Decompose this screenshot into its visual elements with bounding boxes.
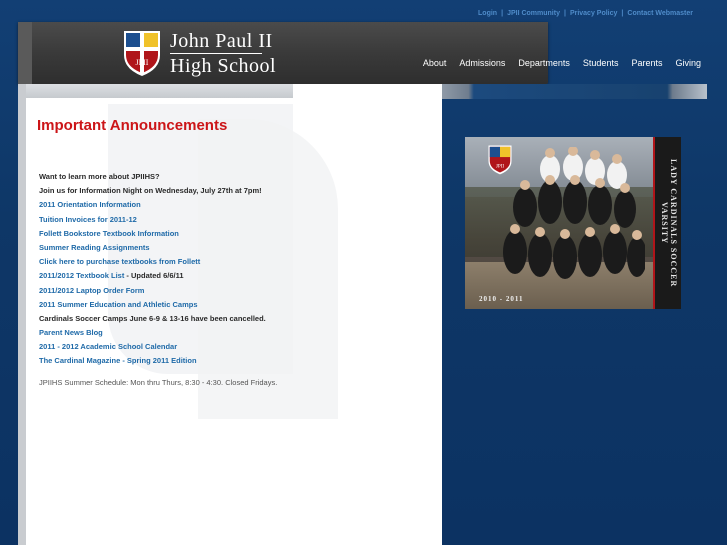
school-logo[interactable]: John Paul II High School (170, 31, 276, 76)
photo-crest-icon: JPII (488, 145, 512, 175)
announcement-text: Want to learn more about JPIIHS? (39, 170, 339, 184)
separator: | (563, 10, 566, 17)
photo-side-text: LADY CARDINALS SOCCER VARSITY (660, 158, 678, 288)
nav-admissions[interactable]: Admissions (459, 58, 505, 68)
logo-rule (170, 53, 262, 54)
team-photo[interactable]: JPII 2010 - 2011 LADY CARDINALS SOCCER V… (465, 137, 681, 309)
school-crest-icon[interactable]: JPII (122, 27, 162, 77)
summer-schedule: JPIIHS Summer Schedule: Mon thru Thurs, … (39, 378, 278, 387)
contact-webmaster-link[interactable]: Contact Webmaster (627, 10, 693, 17)
announcement-link[interactable]: 2011 - 2012 Academic School Calendar (39, 340, 339, 354)
announcement-link[interactable]: Click here to purchase textbooks from Fo… (39, 255, 339, 269)
announcement-label[interactable]: Tuition Invoices for 2011-12 (39, 215, 137, 224)
nav-parents[interactable]: Parents (631, 58, 662, 68)
announcement-label: Join us for Information Night on Wednesd… (39, 186, 262, 196)
nav-about[interactable]: About (423, 58, 447, 68)
photo-crest-label: JPII (496, 163, 505, 169)
login-link[interactable]: Login (478, 10, 497, 17)
announcement-link[interactable]: The Cardinal Magazine - Spring 2011 Edit… (39, 354, 339, 368)
crest-label: JPII (136, 58, 149, 67)
announcement-label[interactable]: 2011 Summer Education and Athletic Camps (39, 300, 198, 309)
separator: | (501, 10, 504, 17)
announcement-link[interactable]: 2011/2012 Laptop Order Form (39, 284, 339, 298)
announcement-label[interactable]: Follett Bookstore Textbook Information (39, 229, 179, 238)
nav-departments[interactable]: Departments (518, 58, 570, 68)
right-header-strip (442, 84, 707, 99)
privacy-policy-link[interactable]: Privacy Policy (570, 10, 617, 17)
header-edge (18, 22, 32, 84)
announcement-label[interactable]: The Cardinal Magazine - Spring 2011 Edit… (39, 356, 197, 365)
content-left-bar (18, 84, 26, 545)
announcement-label[interactable]: Parent News Blog (39, 328, 103, 337)
announcement-link[interactable]: Summer Reading Assignments (39, 241, 339, 255)
announcement-label[interactable]: Click here to purchase textbooks from Fo… (39, 257, 200, 266)
announcement-label: Want to learn more about JPIIHS? (39, 172, 160, 181)
main-nav: About Admissions Departments Students Pa… (410, 58, 701, 68)
announcement-text: Join us for Information Night on Wednesd… (39, 184, 339, 198)
announcement-suffix: - Updated 6/6/11 (124, 271, 184, 281)
announcement-label: Cardinals Soccer Camps June 6-9 & 13-16 … (39, 313, 266, 323)
utility-links: Login | JPII Community | Privacy Policy | Cont… (478, 10, 693, 17)
announcement-link[interactable]: Parent News Blog (39, 326, 339, 340)
announcement-label[interactable]: 2011 - 2012 Academic School Calendar (39, 342, 177, 351)
announcement-label[interactable]: 2011/2012 Laptop Order Form (39, 286, 144, 295)
announcement-link[interactable]: Tuition Invoices for 2011-12 (39, 213, 339, 227)
announcement-label[interactable]: 2011/2012 Textbook List (39, 271, 124, 280)
jpii-community-link[interactable]: JPII Community (507, 10, 560, 17)
photo-year: 2010 - 2011 (479, 295, 524, 303)
announcement-text: Cardinals Soccer Camps June 6-9 & 13-16 … (39, 312, 339, 326)
logo-line-1: John Paul II (170, 30, 273, 52)
nav-students[interactable]: Students (583, 58, 619, 68)
announcement-label[interactable]: 2011 Orientation Information (39, 200, 141, 209)
team-players-image (503, 147, 645, 279)
site-header (18, 22, 548, 84)
content-top-bar (18, 84, 293, 98)
announcements-list: Want to learn more about JPIIHS? Join us … (39, 170, 339, 369)
logo-line-2: High School (170, 55, 277, 77)
announcements-title: Important Announcements (37, 117, 228, 134)
announcement-link[interactable]: 2011 Orientation Information (39, 198, 339, 212)
announcement-link[interactable]: 2011 Summer Education and Athletic Camps (39, 298, 339, 312)
nav-giving[interactable]: Giving (675, 58, 701, 68)
separator: | (621, 10, 624, 17)
announcement-link[interactable]: Follett Bookstore Textbook Information (39, 227, 339, 241)
announcement-link[interactable]: 2011/2012 Textbook List - Updated 6/6/11 (39, 269, 339, 283)
announcement-label[interactable]: Summer Reading Assignments (39, 243, 150, 252)
